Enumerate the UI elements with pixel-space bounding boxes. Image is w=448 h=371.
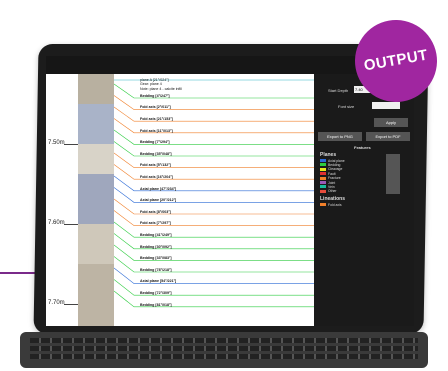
legend-swatch <box>320 189 326 193</box>
legend-item-label[interactable]: Fault <box>328 172 336 176</box>
feature-label: Axial plane [47°/234°] <box>140 186 177 191</box>
feature-label: Fold axis [16°/204°] <box>140 175 173 179</box>
top-annotation: plane A [21°/024°] Gear: plane 4 Note: p… <box>140 78 182 91</box>
feature-label: Axial plane [54°/221°] <box>140 279 177 284</box>
legend-swatch <box>320 163 326 167</box>
feature-label: Bedding [30°/092°] <box>140 244 172 249</box>
keyboard <box>20 332 428 368</box>
lineations-heading: Lineations <box>320 196 346 202</box>
legend-swatch <box>320 159 326 162</box>
feature-label: Bedding [81°/018°] <box>140 302 172 307</box>
legend-scroll-track[interactable] <box>386 154 400 194</box>
export-png-button[interactable]: Export to PNG <box>318 132 362 141</box>
legend-item-label[interactable]: Other <box>328 189 336 193</box>
legend-swatch <box>320 185 326 189</box>
legend-swatch <box>320 172 326 176</box>
apply-button[interactable]: Apply <box>374 118 408 127</box>
legend-item-label[interactable]: Fracture <box>328 176 341 180</box>
depth-tick <box>64 224 78 225</box>
annotation-line: Note: plane 4 - calcite infill <box>140 86 182 91</box>
core-image <box>78 74 114 326</box>
feature-label: Bedding [41°/249°] <box>140 233 172 237</box>
legend-item-label[interactable]: Bedding <box>328 163 340 167</box>
feature-label: Fold axis [7°/297°] <box>140 221 171 226</box>
feature-label: Bedding [33°/083°] <box>140 256 172 261</box>
feature-label: Bedding [72°/309°] <box>140 291 172 295</box>
legend-item-label[interactable]: Joint <box>328 181 335 185</box>
export-pdf-button[interactable]: Export to PDF <box>366 132 410 141</box>
feature-label: Axial plane [20°/212°] <box>140 198 177 203</box>
feature-label: Fold axis [8°/003°] <box>140 209 171 214</box>
legend-item-label[interactable]: Fold axis <box>328 203 342 207</box>
features-heading: Features <box>354 145 371 150</box>
legend-swatch <box>320 167 326 171</box>
feature-label: Fold axis [21°/153°] <box>140 117 173 121</box>
feature-labels: plane A [21°/024°] Gear: plane 4 Note: p… <box>114 74 314 326</box>
legend-item-label[interactable]: Cleavage <box>328 167 342 171</box>
feature-label: Bedding [4°/247°] <box>140 93 170 98</box>
depth-scale: 7.50m 7.60m 7.70m <box>46 74 78 326</box>
feature-label: Bedding [35°/048°] <box>140 151 172 156</box>
planes-heading: Planes <box>320 152 337 158</box>
font-size-input[interactable] <box>372 102 400 109</box>
feature-label: Bedding [78°/218°] <box>140 267 172 272</box>
depth-label: 7.50m <box>48 140 65 146</box>
legend-item-label[interactable]: Axial plane <box>328 159 345 163</box>
feature-label: Bedding [7°/294°] <box>140 140 170 145</box>
feature-label: Fold axis [2°/011°] <box>140 105 171 110</box>
depth-tick <box>64 304 78 305</box>
depth-tick <box>64 144 78 145</box>
app-screen: 7.50m 7.60m 7.70m plane A [21°/024°] Gea… <box>46 56 414 326</box>
feature-label: Fold axis [11°/013°] <box>140 128 173 133</box>
legend-item-label[interactable]: Vein <box>328 185 335 189</box>
control-sidebar: Start Depth Font size Apply Export to PN… <box>314 74 414 326</box>
legend-swatch <box>320 181 326 184</box>
font-size-label: Font size <box>338 104 355 109</box>
depth-label: 7.70m <box>48 300 65 306</box>
depth-label: 7.60m <box>48 220 65 226</box>
feature-label: Fold axis [5°/132°] <box>140 163 171 168</box>
legend-swatch <box>320 176 326 180</box>
legend-swatch <box>320 203 326 206</box>
start-depth-label: Start Depth <box>328 88 349 93</box>
